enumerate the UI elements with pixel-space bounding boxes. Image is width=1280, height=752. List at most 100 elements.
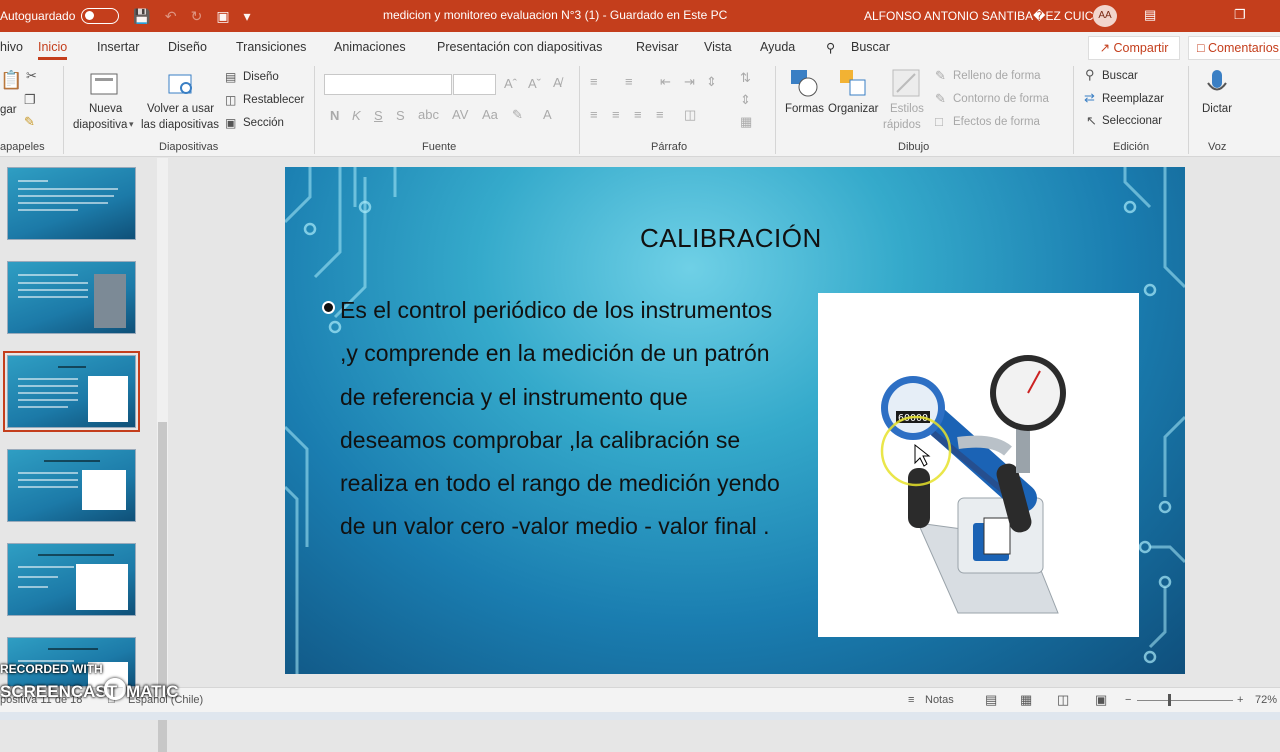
change-case-icon[interactable]: Aa: [482, 107, 498, 122]
quick-styles-label-2[interactable]: rápidos: [883, 119, 921, 131]
slideshow-icon[interactable]: ▣: [1095, 692, 1107, 708]
numbering-icon[interactable]: ≡: [625, 74, 633, 89]
new-slide-label[interactable]: Nueva: [89, 103, 122, 115]
user-name[interactable]: ALFONSO ANTONIO SANTIBA�EZ CUICUI: [864, 9, 1105, 23]
bullets-icon[interactable]: ≡: [590, 74, 598, 89]
chevron-down-icon[interactable]: ▾: [129, 119, 134, 130]
reset-icon[interactable]: ◫: [225, 93, 236, 107]
replace-label[interactable]: Reemplazar: [1102, 93, 1164, 105]
comments-button[interactable]: □ Comentarios: [1188, 36, 1280, 60]
quick-styles-icon[interactable]: [891, 68, 921, 98]
highlight-icon[interactable]: ✎: [512, 107, 523, 123]
undo-icon[interactable]: ↶: [165, 8, 177, 25]
tab-buscar[interactable]: Buscar: [851, 40, 890, 54]
slide-sorter-icon[interactable]: ▦: [1020, 692, 1032, 708]
paste-icon[interactable]: 📋: [0, 70, 22, 91]
thumbnail-scrollbar[interactable]: [157, 158, 168, 752]
strikethrough-icon[interactable]: abc: [418, 107, 439, 122]
layout-icon[interactable]: ▤: [225, 70, 236, 84]
zoom-slider-thumb[interactable]: [1168, 694, 1171, 706]
zoom-level[interactable]: 72%: [1255, 694, 1277, 706]
outline-icon[interactable]: ✎: [935, 91, 946, 107]
new-slide-label-2[interactable]: diapositiva: [73, 119, 127, 131]
fill-icon[interactable]: ✎: [935, 68, 946, 84]
tab-transiciones[interactable]: Transiciones: [236, 40, 306, 54]
zoom-out-icon[interactable]: −: [1125, 694, 1131, 706]
paste-label[interactable]: gar: [0, 104, 17, 116]
tab-ayuda[interactable]: Ayuda: [760, 40, 795, 54]
slide-canvas[interactable]: CALIBRACIÓN Es el control periódico de l…: [285, 167, 1185, 674]
restore-icon[interactable]: ❐: [1234, 7, 1246, 23]
arrange-label[interactable]: Organizar: [828, 103, 879, 115]
tab-animaciones[interactable]: Animaciones: [334, 40, 406, 54]
align-right-icon[interactable]: ≡: [634, 107, 642, 122]
autosave-toggle[interactable]: [81, 8, 120, 24]
quick-styles-label[interactable]: Estilos: [890, 103, 924, 115]
reset-label[interactable]: Restablecer: [243, 94, 304, 106]
tab-archivo[interactable]: hivo: [0, 40, 23, 54]
select-label[interactable]: Seleccionar: [1102, 115, 1162, 127]
slide-thumbnail[interactable]: [7, 261, 136, 334]
shapes-icon[interactable]: [789, 68, 819, 98]
tab-diseno[interactable]: Diseño: [168, 40, 207, 54]
zoom-slider[interactable]: [1137, 700, 1233, 701]
shrink-font-icon[interactable]: Aˇ: [528, 76, 541, 91]
present-icon[interactable]: ▣: [216, 8, 229, 25]
increase-indent-icon[interactable]: ⇥: [684, 74, 695, 90]
tab-vista[interactable]: Vista: [704, 40, 732, 54]
arrange-icon[interactable]: [838, 68, 868, 98]
shape-fill-label[interactable]: Relleno de forma: [953, 70, 1041, 82]
bold-icon[interactable]: N: [330, 108, 339, 123]
normal-view-icon[interactable]: ▤: [985, 692, 997, 708]
reuse-slides-label-2[interactable]: las diapositivas: [141, 119, 219, 131]
shape-effects-label[interactable]: Efectos de forma: [953, 116, 1040, 128]
font-size-field[interactable]: [453, 74, 496, 95]
slide-thumbnail[interactable]: [7, 449, 136, 522]
share-button[interactable]: ↗ Compartir: [1088, 36, 1180, 60]
clear-format-icon[interactable]: A̸: [553, 75, 562, 90]
replace-icon[interactable]: ⇄: [1084, 90, 1095, 106]
new-slide-icon[interactable]: [89, 70, 119, 100]
redo-icon[interactable]: ↻: [191, 8, 203, 25]
slide-title[interactable]: CALIBRACIÓN: [640, 223, 822, 254]
tab-presentacion[interactable]: Presentación con diapositivas: [437, 40, 602, 54]
shape-outline-label[interactable]: Contorno de forma: [953, 93, 1049, 105]
slide-thumbnail-active[interactable]: [3, 351, 140, 432]
underline-icon[interactable]: S: [374, 108, 383, 123]
tab-insertar[interactable]: Insertar: [97, 40, 139, 54]
find-icon[interactable]: ⚲: [1085, 67, 1095, 83]
microphone-icon[interactable]: [1202, 68, 1232, 98]
slide-thumbnail[interactable]: [7, 167, 136, 240]
find-label[interactable]: Buscar: [1102, 70, 1138, 82]
slide-body-text[interactable]: Es el control periódico de los instrumen…: [340, 289, 790, 549]
font-name-field[interactable]: [324, 74, 452, 95]
reading-view-icon[interactable]: ◫: [1057, 692, 1069, 708]
search-icon[interactable]: ⚲: [826, 40, 835, 55]
save-icon[interactable]: 💾: [133, 8, 150, 25]
italic-icon[interactable]: K: [352, 108, 361, 123]
grow-font-icon[interactable]: Aˆ: [504, 76, 517, 91]
font-color-icon[interactable]: A: [543, 107, 552, 122]
columns-icon[interactable]: ◫: [684, 107, 696, 123]
ribbon-options-icon[interactable]: ▤: [1144, 7, 1156, 23]
justify-icon[interactable]: ≡: [656, 107, 664, 122]
copy-icon[interactable]: ❐: [24, 92, 36, 108]
slide-thumbnail[interactable]: [7, 543, 136, 616]
tab-revisar[interactable]: Revisar: [636, 40, 678, 54]
format-painter-icon[interactable]: ✎: [24, 114, 35, 130]
tab-inicio[interactable]: Inicio: [38, 40, 68, 60]
section-label[interactable]: Sección: [243, 117, 284, 129]
smartart-icon[interactable]: ▦: [740, 114, 752, 130]
shapes-label[interactable]: Formas: [785, 103, 824, 115]
line-spacing-icon[interactable]: ⇕: [706, 74, 717, 90]
layout-label[interactable]: Diseño: [243, 71, 279, 83]
effects-icon[interactable]: □: [935, 114, 943, 129]
avatar[interactable]: AA: [1093, 5, 1117, 27]
calibrator-image[interactable]: 60000: [818, 293, 1139, 637]
reuse-slides-icon[interactable]: [166, 70, 196, 100]
zoom-in-icon[interactable]: +: [1237, 694, 1243, 706]
customize-icon[interactable]: ▾: [244, 8, 251, 25]
shadow-icon[interactable]: S: [396, 108, 405, 123]
notes-button[interactable]: Notas: [925, 694, 954, 706]
align-text-icon[interactable]: ⇕: [740, 92, 751, 108]
